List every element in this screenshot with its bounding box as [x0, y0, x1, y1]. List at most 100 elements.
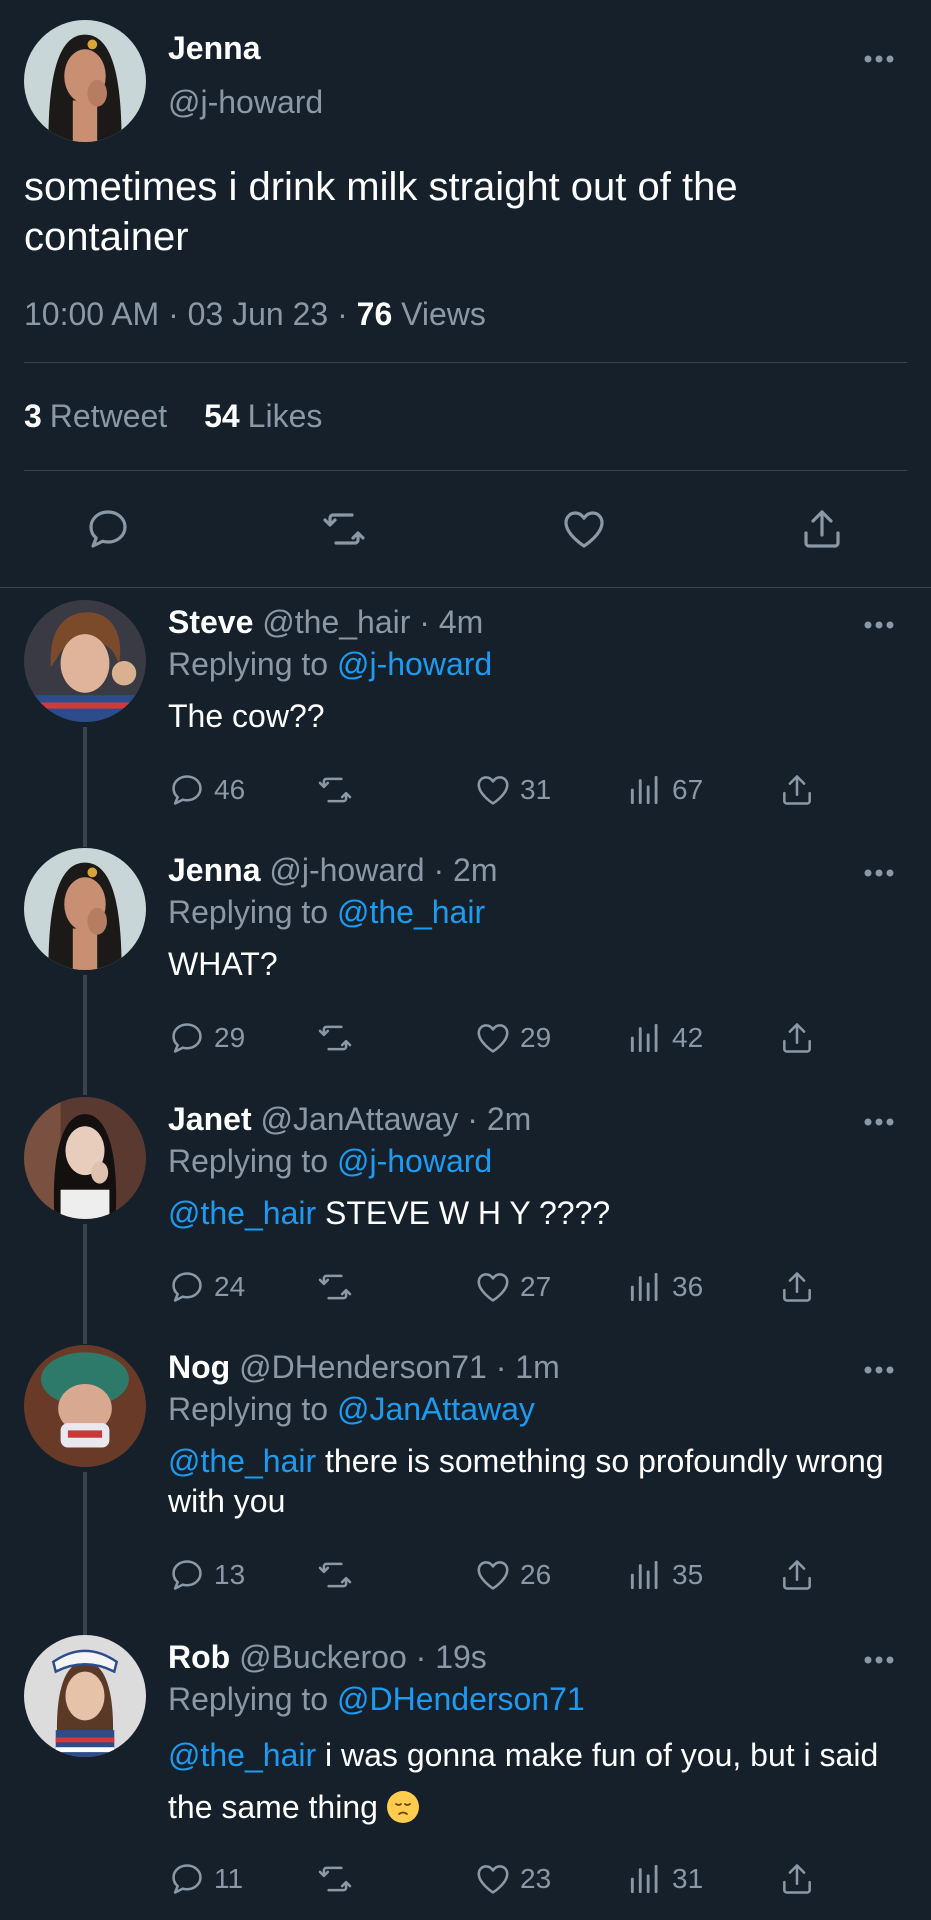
reply-text: @the_hair i was gonna make fun of you, b…	[168, 1729, 888, 1833]
avatar-photo	[24, 20, 146, 142]
views-button[interactable]: 42	[626, 1018, 703, 1058]
like-icon	[477, 1024, 509, 1053]
share-icon[interactable]	[798, 505, 846, 553]
avatar[interactable]	[24, 848, 146, 970]
divider	[0, 587, 931, 588]
avatar[interactable]	[24, 1097, 146, 1219]
views-label: Views	[401, 296, 486, 332]
like-button[interactable]: 29	[474, 1018, 551, 1058]
retweet-icon[interactable]	[320, 505, 368, 553]
likes-stat[interactable]: 54 Likes	[204, 398, 322, 434]
share-button[interactable]	[778, 1267, 824, 1307]
share-button[interactable]	[778, 1859, 824, 1899]
reply-tweet[interactable]: Steve @the_hair · 4m Replying to @j-howa…	[0, 600, 931, 840]
reply-actions: 46 31 67	[168, 770, 828, 810]
reply-button[interactable]: 11	[168, 1859, 243, 1899]
reply-author-name[interactable]: Steve	[168, 604, 253, 640]
like-icon	[477, 1273, 509, 1302]
retweet-button[interactable]	[316, 1267, 362, 1307]
more-options-icon[interactable]	[863, 1117, 895, 1127]
avatar-photo	[24, 600, 146, 722]
like-button[interactable]: 27	[474, 1267, 551, 1307]
reply-author-name[interactable]: Jenna	[168, 852, 260, 888]
reply-time: 2m	[486, 1101, 532, 1137]
reply-header: Nog @DHenderson71 · 1m	[168, 1349, 560, 1385]
more-options-icon[interactable]	[863, 1365, 895, 1375]
reply-tweet[interactable]: Janet @JanAttaway · 2m Replying to @j-ho…	[0, 1097, 931, 1337]
author-name[interactable]: Jenna	[168, 30, 260, 67]
reply-icon	[172, 1560, 202, 1590]
share-button[interactable]	[778, 1555, 824, 1595]
reply-button[interactable]: 29	[168, 1018, 245, 1058]
retweet-button[interactable]	[316, 770, 362, 810]
reply-text: WHAT?	[168, 944, 888, 984]
reply-author-handle[interactable]: @j-howard	[269, 852, 424, 888]
reply-tweet[interactable]: Nog @DHenderson71 · 1m Replying to @JanA…	[0, 1345, 931, 1635]
reply-header: Rob @Buckeroo · 19s	[168, 1639, 487, 1675]
share-button[interactable]	[778, 770, 824, 810]
replying-to-link[interactable]: @DHenderson71	[337, 1681, 585, 1717]
reply-author-name[interactable]: Janet	[168, 1101, 252, 1137]
replying-to-link[interactable]: @j-howard	[337, 1143, 492, 1179]
like-button[interactable]: 26	[474, 1555, 551, 1595]
views-count: 67	[672, 774, 704, 805]
reply-text: @the_hair there is something so profound…	[168, 1441, 888, 1521]
reply-author-name[interactable]: Nog	[168, 1349, 230, 1385]
avatar[interactable]	[24, 1345, 146, 1467]
views-button[interactable]: 35	[626, 1555, 703, 1595]
reply-text-content: The cow??	[168, 698, 325, 734]
views-button[interactable]: 36	[626, 1267, 703, 1307]
reply-tweet[interactable]: Jenna @j-howard · 2m Replying to @the_ha…	[0, 848, 931, 1088]
views-icon	[630, 775, 658, 805]
replying-to-link[interactable]: @j-howard	[337, 646, 492, 682]
views-count: 35	[672, 1559, 704, 1590]
share-icon	[783, 1023, 811, 1053]
avatar[interactable]	[24, 600, 146, 722]
more-options-icon[interactable]	[863, 1655, 895, 1665]
more-options-icon[interactable]	[863, 620, 895, 630]
more-options-icon[interactable]	[863, 868, 895, 878]
mention-link[interactable]: @the_hair	[168, 1443, 316, 1479]
reply-tweet[interactable]: Rob @Buckeroo · 19s Replying to @DHender…	[0, 1635, 931, 1920]
mention-link[interactable]: @the_hair	[168, 1195, 316, 1231]
views-button[interactable]: 67	[626, 770, 703, 810]
replying-to-link[interactable]: @JanAttaway	[337, 1391, 535, 1427]
reply-author-handle[interactable]: @Buckeroo	[239, 1639, 407, 1675]
reply-text: @the_hair STEVE W H Y ????	[168, 1193, 888, 1233]
tweet-meta: 10:00 AM · 03 Jun 23 · 76 Views	[24, 296, 486, 332]
avatar[interactable]	[24, 20, 146, 142]
reply-button[interactable]: 13	[168, 1555, 245, 1595]
reply-icon[interactable]	[84, 505, 132, 553]
reply-author-handle[interactable]: @DHenderson71	[239, 1349, 487, 1385]
more-options-icon[interactable]	[863, 54, 895, 64]
reply-author-handle[interactable]: @the_hair	[262, 604, 410, 640]
reply-author-name[interactable]: Rob	[168, 1639, 230, 1675]
like-count: 27	[520, 1271, 552, 1302]
avatar-photo	[24, 848, 146, 970]
mention-link[interactable]: @the_hair	[168, 1737, 316, 1773]
avatar[interactable]	[24, 1635, 146, 1757]
retweet-button[interactable]	[316, 1555, 362, 1595]
pensive-face-icon	[386, 1791, 419, 1823]
reply-time: 2m	[453, 852, 498, 888]
tweet-text: sometimes i drink milk straight out of t…	[24, 165, 738, 259]
like-button[interactable]: 23	[474, 1859, 551, 1899]
views-button[interactable]: 31	[626, 1859, 703, 1899]
like-count: 31	[520, 774, 552, 805]
reply-button[interactable]: 24	[168, 1267, 245, 1307]
views-count: 36	[672, 1271, 704, 1302]
reply-button[interactable]: 46	[168, 770, 245, 810]
share-button[interactable]	[778, 1018, 824, 1058]
like-icon[interactable]	[560, 505, 608, 553]
divider	[24, 362, 907, 363]
retweet-button[interactable]	[316, 1859, 362, 1899]
retweet-button[interactable]	[316, 1018, 362, 1058]
replying-to-link[interactable]: @the_hair	[337, 894, 485, 930]
retweet-stat[interactable]: 3 Retweet	[24, 398, 167, 434]
views-icon	[630, 1272, 658, 1302]
author-handle[interactable]: @j-howard	[168, 84, 323, 121]
like-button[interactable]: 31	[474, 770, 551, 810]
replying-label: Replying to	[168, 1681, 329, 1717]
reply-author-handle[interactable]: @JanAttaway	[260, 1101, 458, 1137]
replying-label: Replying to	[168, 1143, 329, 1179]
